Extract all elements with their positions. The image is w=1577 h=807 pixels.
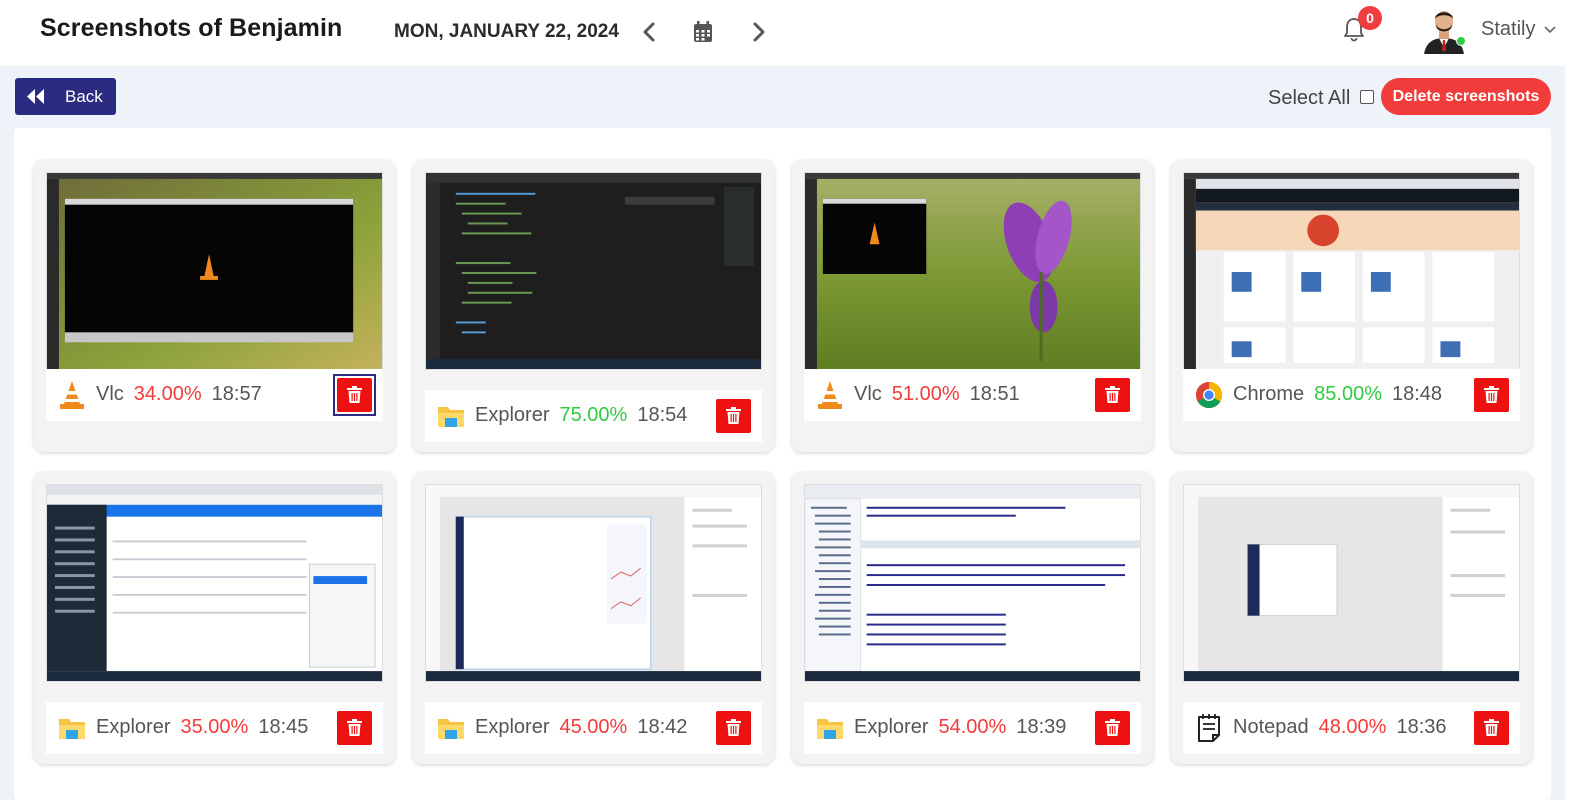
screenshot-info: Vlc 34.00% 18:57 <box>46 369 383 421</box>
chrome-icon <box>1195 381 1223 409</box>
activity-percent: 75.00% <box>559 404 628 426</box>
screenshot-info: Explorer 54.00% 18:39 <box>804 702 1141 754</box>
screenshot-thumbnail[interactable] <box>1183 484 1520 682</box>
screenshot-card: Vlc 51.00% 18:51 <box>792 160 1153 452</box>
previous-day-chevron-icon[interactable] <box>640 20 658 44</box>
screenshot-info: Explorer 35.00% 18:45 <box>46 702 383 754</box>
activity-percent: 48.00% <box>1318 716 1387 738</box>
vlc-icon <box>60 381 84 409</box>
screenshot-info: Chrome 85.00% 18:48 <box>1183 369 1520 421</box>
delete-screenshot-button[interactable] <box>337 711 372 745</box>
main-content: Back Select All Delete screenshots Vlc 3… <box>0 66 1565 800</box>
screenshot-card: Explorer 45.00% 18:42 <box>413 472 774 764</box>
chevron-down-icon[interactable] <box>1544 26 1556 34</box>
capture-time: 18:42 <box>637 716 688 738</box>
calendar-icon[interactable] <box>693 21 713 43</box>
activity-percent: 45.00% <box>559 716 628 738</box>
app-name: Vlc <box>96 383 124 405</box>
delete-screenshot-button[interactable] <box>337 378 372 412</box>
app-name: Explorer <box>96 716 171 738</box>
trash-icon <box>347 386 362 403</box>
delete-screenshot-button[interactable] <box>1474 378 1509 412</box>
app-name: Chrome <box>1233 383 1305 405</box>
current-date: MON, JANUARY 22, 2024 <box>394 21 619 42</box>
screenshot-thumbnail[interactable] <box>1183 172 1520 370</box>
capture-time: 18:45 <box>258 716 309 738</box>
screenshots-page: Screenshots of Benjamin MON, JANUARY 22,… <box>0 0 1577 807</box>
screenshot-thumbnail[interactable] <box>804 172 1141 370</box>
next-day-chevron-icon[interactable] <box>750 20 768 44</box>
capture-time: 18:36 <box>1396 716 1447 738</box>
back-label: Back <box>65 87 103 106</box>
screenshot-card: Notepad 48.00% 18:36 <box>1171 472 1532 764</box>
trash-icon <box>347 719 362 736</box>
delete-screenshot-button[interactable] <box>1095 711 1130 745</box>
activity-percent: 51.00% <box>891 383 960 405</box>
page-title: Screenshots of Benjamin <box>40 14 343 42</box>
select-all-label: Select All <box>1268 87 1351 109</box>
capture-time: 18:48 <box>1391 383 1443 405</box>
trash-icon <box>1105 719 1120 736</box>
screenshot-thumbnail[interactable] <box>804 484 1141 682</box>
capture-time: 18:51 <box>969 383 1020 405</box>
trash-icon <box>726 719 741 736</box>
app-name: Explorer <box>475 716 550 738</box>
notepad-icon <box>1198 714 1220 742</box>
back-button[interactable]: Back <box>15 78 116 115</box>
explorer-folder-icon <box>817 719 843 739</box>
capture-time: 18:57 <box>211 383 262 405</box>
activity-percent: 34.00% <box>133 383 202 405</box>
capture-time: 18:39 <box>1016 716 1067 738</box>
delete-screenshot-button[interactable] <box>1095 378 1130 412</box>
screenshot-thumbnail[interactable] <box>425 484 762 682</box>
screenshot-card: Vlc 34.00% 18:57 <box>34 160 395 452</box>
activity-percent: 85.00% <box>1314 383 1382 405</box>
screenshots-panel: Vlc 34.00% 18:57 Explorer 75.00% 18:54 V… <box>14 128 1551 800</box>
delete-screenshot-button[interactable] <box>716 711 751 745</box>
app-name: Vlc <box>854 383 882 405</box>
screenshot-card: Explorer 54.00% 18:39 <box>792 472 1153 764</box>
screenshot-card: Explorer 75.00% 18:54 <box>413 160 774 452</box>
activity-percent: 35.00% <box>180 716 249 738</box>
select-all-checkbox[interactable] <box>1360 90 1374 104</box>
trash-icon <box>726 407 741 424</box>
top-header: Screenshots of Benjamin MON, JANUARY 22,… <box>0 0 1565 66</box>
screenshot-info: Vlc 51.00% 18:51 <box>804 369 1141 421</box>
app-name: Notepad <box>1233 716 1309 738</box>
screenshot-thumbnail[interactable] <box>46 484 383 682</box>
delete-screenshot-button[interactable] <box>716 399 751 433</box>
screenshot-info: Notepad 48.00% 18:36 <box>1183 702 1520 754</box>
activity-percent: 54.00% <box>938 716 1007 738</box>
screenshot-card: Explorer 35.00% 18:45 <box>34 472 395 764</box>
app-name: Explorer <box>854 716 929 738</box>
screenshot-info: Explorer 45.00% 18:42 <box>425 702 762 754</box>
online-status-dot <box>1456 36 1466 46</box>
delete-screenshot-button[interactable] <box>1474 711 1509 745</box>
explorer-folder-icon <box>59 719 85 739</box>
screenshot-info: Explorer 75.00% 18:54 <box>425 390 762 442</box>
trash-icon <box>1484 719 1499 736</box>
capture-time: 18:54 <box>637 404 688 426</box>
explorer-folder-icon <box>438 719 464 739</box>
delete-screenshots-button[interactable]: Delete screenshots <box>1381 78 1551 115</box>
user-avatar[interactable] <box>1420 4 1468 54</box>
trash-icon <box>1105 386 1120 403</box>
screenshot-thumbnail[interactable] <box>425 172 762 370</box>
explorer-folder-icon <box>438 407 464 427</box>
fast-backward-icon <box>27 89 44 104</box>
screenshot-thumbnail[interactable] <box>46 172 383 370</box>
screenshot-card: Chrome 85.00% 18:48 <box>1171 160 1532 452</box>
vlc-icon <box>818 381 842 409</box>
notification-count-badge: 0 <box>1358 6 1382 30</box>
trash-icon <box>1484 386 1499 403</box>
app-name: Explorer <box>475 404 550 426</box>
user-name[interactable]: Statily <box>1481 18 1535 41</box>
